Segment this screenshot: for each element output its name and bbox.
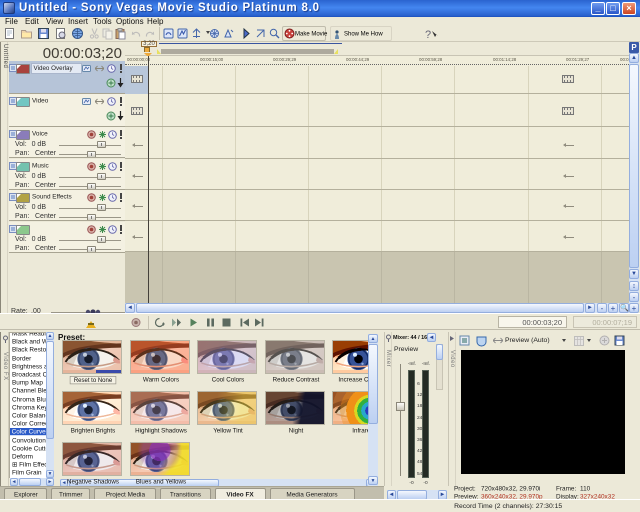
svg-text:?: ? [425, 29, 431, 41]
